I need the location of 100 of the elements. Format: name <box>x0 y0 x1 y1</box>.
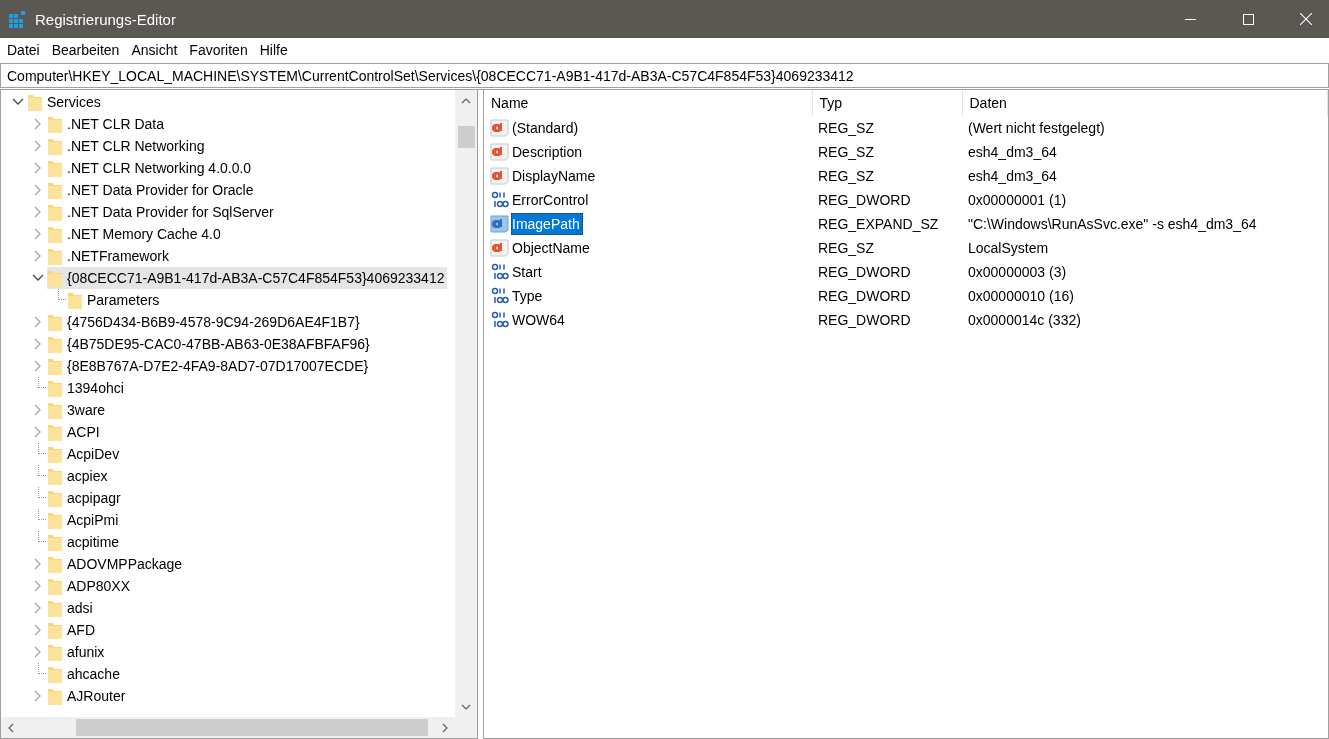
chevron-right-icon[interactable] <box>34 184 42 196</box>
chevron-right-icon[interactable] <box>34 426 42 438</box>
tree-item[interactable]: {4B75DE95-CAC0-47BB-AB63-0E38AFBFAF96} <box>47 333 373 355</box>
scroll-left-icon[interactable] <box>8 722 14 733</box>
tree-item[interactable]: AcpiDev <box>47 443 123 465</box>
folder-icon <box>48 335 62 353</box>
tree-item[interactable]: Services <box>27 91 104 113</box>
tree-item[interactable]: afunix <box>47 641 108 663</box>
chevron-right-icon[interactable] <box>34 228 42 240</box>
tree-item[interactable]: acpitime <box>47 531 123 553</box>
menu-item[interactable]: Hilfe <box>253 42 294 58</box>
tree-item[interactable]: acpiex <box>47 465 111 487</box>
chevron-right-icon[interactable] <box>34 646 42 658</box>
scroll-right-icon[interactable] <box>442 722 448 733</box>
folder-icon <box>48 511 62 529</box>
menu-item[interactable]: Ansicht <box>125 42 184 58</box>
chevron-right-icon[interactable] <box>34 118 42 130</box>
value-name[interactable]: Description <box>511 141 586 163</box>
value-data: 0x00000003 (3) <box>968 264 1067 280</box>
folder-icon <box>48 533 62 551</box>
value-name[interactable]: Type <box>511 285 546 307</box>
tree-item[interactable]: {8E8B767A-D7E2-4FA9-8AD7-07D17007ECDE} <box>47 355 372 377</box>
chevron-right-icon[interactable] <box>34 580 42 592</box>
tree-item[interactable]: .NET Data Provider for Oracle <box>47 179 257 201</box>
tree-item[interactable]: ADP80XX <box>47 575 134 597</box>
value-data: "C:\Windows\RunAsSvc.exe" -s esh4_dm3_64 <box>968 216 1257 232</box>
address-field[interactable]: Computer\HKEY_LOCAL_MACHINE\SYSTEM\CurrentControlSet\Services\{08CECC71-A9B1-417d-AB3A-C57C4F854F53}4069233412 <box>0 63 1329 88</box>
tree-item[interactable]: {4756D434-B6B9-4578-9C94-269D6AE4F1B7} <box>47 311 363 333</box>
folder-icon <box>48 357 62 375</box>
value-name[interactable]: ObjectName <box>511 237 593 259</box>
menu-item[interactable]: Bearbeiten <box>45 42 126 58</box>
chevron-right-icon[interactable] <box>34 602 42 614</box>
chevron-down-icon[interactable] <box>32 274 44 282</box>
chevron-right-icon[interactable] <box>34 624 42 636</box>
tree-item[interactable]: .NET CLR Networking 4.0.0.0 <box>47 157 255 179</box>
tree-item[interactable]: 3ware <box>47 399 109 421</box>
tree-item[interactable]: .NETFramework <box>47 245 172 267</box>
tree-item[interactable]: AFD <box>47 619 98 641</box>
horizontal-scrollbar[interactable] <box>1 717 455 738</box>
tree-item[interactable]: 1394ohci <box>47 377 127 399</box>
value-type: REG_DWORD <box>818 264 911 280</box>
scroll-thumb[interactable] <box>457 126 475 148</box>
chevron-right-icon[interactable] <box>34 140 42 152</box>
folder-icon <box>48 137 62 155</box>
chevron-right-icon[interactable] <box>34 206 42 218</box>
vertical-scrollbar[interactable] <box>455 90 477 717</box>
menu-item[interactable]: Favoriten <box>183 42 254 58</box>
chevron-right-icon[interactable] <box>34 404 42 416</box>
column-header[interactable]: Daten <box>962 90 1328 116</box>
value-type: REG_SZ <box>818 144 874 160</box>
tree-item[interactable]: ACPI <box>47 421 103 443</box>
tree-item[interactable]: Parameters <box>67 289 163 311</box>
value-name[interactable]: Start <box>511 261 545 283</box>
chevron-right-icon[interactable] <box>34 162 42 174</box>
tree-item[interactable]: .NET Memory Cache 4.0 <box>47 223 224 245</box>
scroll-thumb[interactable] <box>76 719 428 736</box>
folder-icon <box>48 599 62 617</box>
value-data: 0x00000001 (1) <box>968 192 1067 208</box>
column-header[interactable]: Typ <box>812 90 962 116</box>
chevron-right-icon[interactable] <box>34 338 42 350</box>
value-name[interactable]: ErrorControl <box>511 189 592 211</box>
folder-icon <box>48 269 62 287</box>
value-name[interactable]: (Standard) <box>511 117 582 139</box>
column-header[interactable]: Name <box>484 90 812 116</box>
folder-icon <box>48 313 62 331</box>
chevron-right-icon[interactable] <box>34 250 42 262</box>
tree-item[interactable]: .NET CLR Networking <box>47 135 208 157</box>
tree-item[interactable]: ahcache <box>47 663 123 685</box>
value-name[interactable]: ImagePath <box>511 213 583 235</box>
folder-icon <box>48 445 62 463</box>
close-icon <box>1300 13 1312 25</box>
tree-item[interactable]: AJRouter <box>47 685 129 707</box>
tree-item[interactable]: {08CECC71-A9B1-417d-AB3A-C57C4F854F53}4069233412 <box>47 267 448 289</box>
scroll-down-icon[interactable] <box>461 703 471 710</box>
value-name[interactable]: DisplayName <box>511 165 599 187</box>
chevron-down-icon[interactable] <box>12 98 24 106</box>
tree-item[interactable]: .NET CLR Data <box>47 113 167 135</box>
chevron-right-icon[interactable] <box>34 360 42 372</box>
value-type: REG_SZ <box>818 168 874 184</box>
chevron-right-icon[interactable] <box>34 558 42 570</box>
chevron-right-icon[interactable] <box>34 690 42 702</box>
value-data: LocalSystem <box>968 240 1049 256</box>
menu-item[interactable]: Datei <box>1 42 46 58</box>
folder-icon <box>48 181 62 199</box>
value-type: REG_DWORD <box>818 288 911 304</box>
folder-icon <box>48 247 62 265</box>
value-data: esh4_dm3_64 <box>968 168 1057 184</box>
folder-icon <box>48 577 62 595</box>
tree-item[interactable]: acpipagr <box>47 487 124 509</box>
folder-icon <box>48 423 62 441</box>
maximize-icon <box>1242 13 1254 25</box>
value-name[interactable]: WOW64 <box>511 309 568 331</box>
value-type: REG_SZ <box>818 240 874 256</box>
tree-item[interactable]: .NET Data Provider for SqlServer <box>47 201 277 223</box>
folder-icon <box>28 93 42 111</box>
tree-item[interactable]: AcpiPmi <box>47 509 122 531</box>
tree-item[interactable]: adsi <box>47 597 96 619</box>
tree-item[interactable]: ADOVMPPackage <box>47 553 186 575</box>
chevron-right-icon[interactable] <box>34 316 42 328</box>
scroll-up-icon[interactable] <box>461 97 471 104</box>
